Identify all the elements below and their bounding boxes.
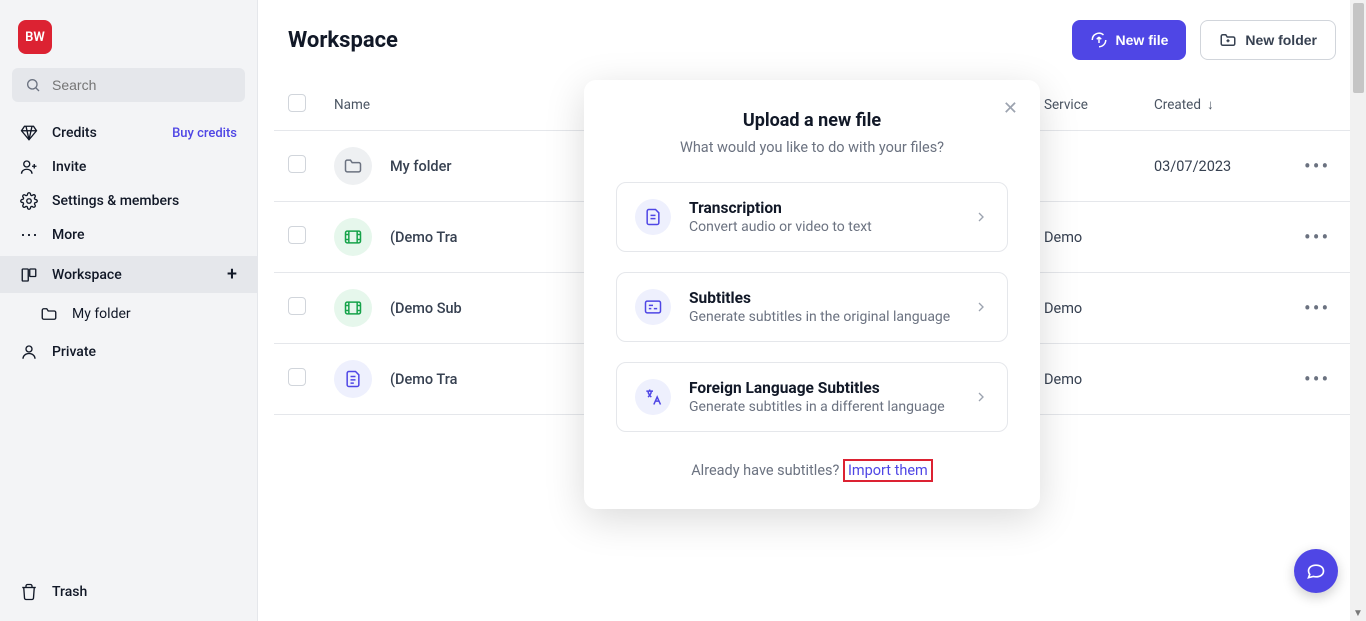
cell-created — [1140, 273, 1290, 344]
scrollbar-thumb[interactable] — [1353, 3, 1364, 93]
sidebar-item-credits[interactable]: Credits Buy credits — [12, 116, 245, 150]
cell-service — [1030, 131, 1140, 202]
sidebar-item-workspace[interactable]: Workspace + — [0, 256, 257, 293]
video-icon — [334, 289, 372, 327]
page-title: Workspace — [288, 28, 398, 53]
gear-icon — [20, 192, 38, 210]
new-file-label: New file — [1116, 32, 1169, 48]
file-name: My folder — [390, 158, 452, 175]
opt-desc: Generate subtitles in the original langu… — [689, 309, 950, 325]
sidebar-item-trash[interactable]: Trash — [12, 575, 245, 609]
option-foreign-subtitles[interactable]: Foreign Language Subtitles Generate subt… — [616, 362, 1008, 432]
opt-desc: Convert audio or video to text — [689, 219, 872, 235]
sidebar-item-settings[interactable]: Settings & members — [12, 184, 245, 218]
sidebar: BW Credits Buy credits Invite — [0, 0, 258, 621]
select-all-checkbox[interactable] — [288, 94, 306, 112]
col-service[interactable]: Service — [1030, 80, 1140, 131]
diamond-icon — [20, 124, 38, 142]
import-link[interactable]: Import them — [843, 459, 933, 482]
cell-created — [1140, 202, 1290, 273]
workspace-icon — [20, 266, 38, 284]
document-icon — [334, 360, 372, 398]
add-folder-button[interactable]: + — [227, 264, 237, 285]
cell-service: Demo — [1030, 344, 1140, 415]
workspace-label: Workspace — [52, 267, 122, 283]
more-label: More — [52, 227, 85, 243]
row-checkbox[interactable] — [288, 226, 306, 244]
file-name: (Demo Tra — [390, 371, 457, 388]
row-checkbox[interactable] — [288, 297, 306, 315]
folder-icon — [334, 147, 372, 185]
folder-plus-icon — [1219, 31, 1237, 49]
trash-label: Trash — [52, 584, 87, 600]
option-subtitles[interactable]: Subtitles Generate subtitles in the orig… — [616, 272, 1008, 342]
upload-modal: ✕ Upload a new file What would you like … — [584, 80, 1040, 509]
chevron-right-icon — [973, 299, 989, 315]
sidebar-item-more[interactable]: ⋯ More — [12, 218, 245, 252]
search-icon — [24, 76, 42, 94]
private-label: Private — [52, 344, 96, 360]
scrollbar[interactable]: ▼ — [1350, 0, 1366, 621]
opt-desc: Generate subtitles in a different langua… — [689, 399, 945, 415]
row-more-button[interactable]: ••• — [1304, 367, 1330, 391]
invite-label: Invite — [52, 159, 86, 175]
translate-icon — [635, 379, 671, 415]
cell-created — [1140, 344, 1290, 415]
chevron-right-icon — [973, 389, 989, 405]
opt-title: Subtitles — [689, 289, 950, 307]
modal-subtitle: What would you like to do with your file… — [616, 139, 1008, 156]
buy-credits-link[interactable]: Buy credits — [172, 126, 237, 141]
option-transcription[interactable]: Transcription Convert audio or video to … — [616, 182, 1008, 252]
file-name: (Demo Sub — [390, 300, 462, 317]
file-name: (Demo Tra — [390, 229, 457, 246]
document-icon — [635, 199, 671, 235]
opt-title: Foreign Language Subtitles — [689, 379, 945, 397]
my-folder-label: My folder — [72, 306, 131, 322]
opt-title: Transcription — [689, 199, 872, 217]
new-folder-label: New folder — [1245, 32, 1317, 48]
main: Workspace New file New folder — [258, 0, 1366, 621]
new-file-button[interactable]: New file — [1072, 20, 1187, 60]
settings-label: Settings & members — [52, 193, 179, 209]
scroll-down-icon[interactable]: ▼ — [1350, 605, 1366, 621]
video-icon — [334, 218, 372, 256]
sidebar-item-private[interactable]: Private — [12, 335, 245, 369]
help-button[interactable] — [1294, 549, 1338, 593]
user-plus-icon — [20, 158, 38, 176]
avatar[interactable]: BW — [18, 20, 52, 54]
header: Workspace New file New folder — [258, 0, 1366, 80]
sidebar-item-my-folder[interactable]: My folder — [12, 297, 245, 331]
cell-service: Demo — [1030, 273, 1140, 344]
new-folder-button[interactable]: New folder — [1200, 20, 1336, 60]
chevron-right-icon — [973, 209, 989, 225]
row-more-button[interactable]: ••• — [1304, 154, 1330, 178]
upload-icon — [1090, 31, 1108, 49]
row-checkbox[interactable] — [288, 155, 306, 173]
folder-icon — [40, 305, 58, 323]
sidebar-item-invite[interactable]: Invite — [12, 150, 245, 184]
lock-icon — [20, 343, 38, 361]
search-box[interactable] — [12, 68, 245, 102]
row-more-button[interactable]: ••• — [1304, 296, 1330, 320]
cell-created: 03/07/2023 — [1140, 131, 1290, 202]
credits-label: Credits — [52, 125, 97, 141]
col-created[interactable]: Created↓ — [1140, 80, 1290, 131]
subtitle-icon — [635, 289, 671, 325]
dots-icon: ⋯ — [20, 226, 38, 244]
trash-icon — [20, 583, 38, 601]
row-more-button[interactable]: ••• — [1304, 225, 1330, 249]
modal-title: Upload a new file — [616, 110, 1008, 131]
close-button[interactable]: ✕ — [1003, 98, 1018, 119]
footer-text: Already have subtitles? — [691, 462, 843, 479]
search-input[interactable] — [52, 77, 233, 93]
cell-service: Demo — [1030, 202, 1140, 273]
row-checkbox[interactable] — [288, 368, 306, 386]
sort-desc-icon: ↓ — [1207, 97, 1214, 113]
